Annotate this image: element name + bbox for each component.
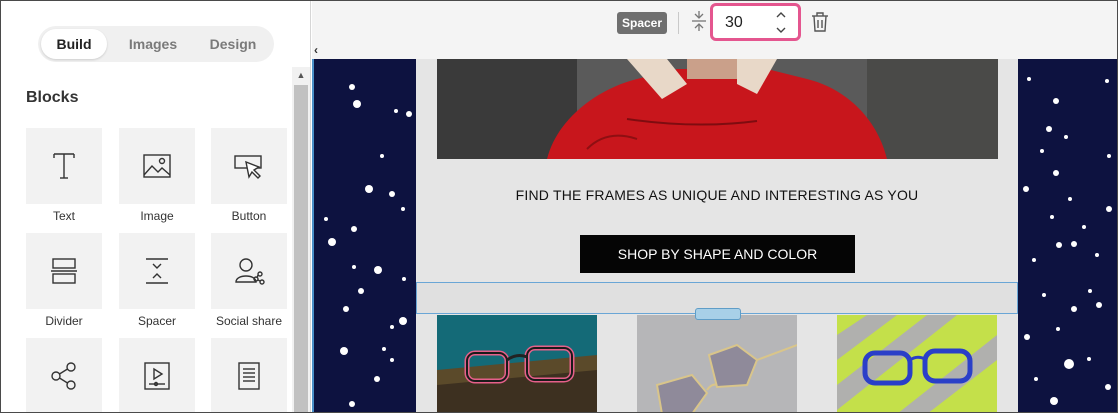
trash-icon[interactable] [810, 11, 830, 33]
document-icon [238, 362, 260, 390]
block-label: Spacer [137, 314, 177, 328]
block-button[interactable]: Button [211, 128, 287, 223]
social-share-icon [235, 258, 265, 285]
share-icon [51, 362, 76, 390]
tab-images[interactable]: Images [118, 29, 188, 59]
product-photo-2[interactable] [637, 315, 797, 412]
image-icon [143, 154, 171, 178]
chevron-up-icon[interactable] [773, 8, 789, 22]
text-icon [53, 153, 75, 179]
video-icon [144, 362, 170, 390]
glasses-photo [837, 315, 997, 412]
block-label: Text [52, 209, 75, 223]
scroll-up-arrow-icon[interactable]: ▲ [292, 67, 310, 83]
tab-design[interactable]: Design [198, 29, 268, 59]
spacer-height-value: 30 [725, 14, 743, 31]
chevron-down-icon[interactable] [773, 23, 789, 37]
block-label: Social share [215, 314, 283, 328]
block-spacer[interactable]: Spacer [119, 233, 195, 328]
tab-build[interactable]: Build [41, 29, 107, 59]
panel-tabs: Build Images Design [38, 26, 274, 62]
glasses-photo [637, 315, 797, 412]
spacer-resize-handle[interactable] [695, 308, 741, 320]
block-image[interactable]: Image [119, 128, 195, 223]
product-photo-1[interactable] [437, 315, 597, 412]
email-canvas: FIND THE FRAMES AS UNIQUE AND INTERESTIN… [312, 59, 1117, 412]
block-label: Button [231, 209, 267, 223]
block-toolbar: Spacer 30 ‹ [312, 1, 1117, 59]
block-document[interactable] [211, 338, 287, 412]
block-text[interactable]: Text [26, 128, 102, 223]
block-social-share[interactable]: Social share [211, 233, 287, 328]
block-share[interactable] [26, 338, 102, 412]
block-type-badge: Spacer [617, 12, 668, 34]
hero-image[interactable] [437, 59, 998, 159]
panel-scrollbar[interactable]: ▲ [292, 67, 310, 412]
hero-photo [437, 59, 998, 159]
blocks-heading: Blocks [26, 89, 79, 106]
divider-icon [51, 258, 77, 284]
email-body: FIND THE FRAMES AS UNIQUE AND INTERESTIN… [416, 59, 1018, 412]
shop-button[interactable]: SHOP BY SHAPE AND COLOR [580, 235, 855, 273]
blocks-panel: Build Images Design Blocks Text Image Bu… [1, 1, 311, 412]
spacer-height-input[interactable]: 30 [710, 3, 801, 41]
block-video[interactable] [119, 338, 195, 412]
block-divider[interactable]: Divider [26, 233, 102, 328]
glasses-photo [437, 315, 597, 412]
scroll-thumb[interactable] [294, 85, 308, 412]
app-window: Build Images Design Blocks Text Image Bu… [0, 0, 1118, 413]
collapse-panel-icon[interactable]: ‹ [314, 43, 318, 57]
product-photo-3[interactable] [837, 315, 997, 412]
block-label: Image [140, 209, 174, 223]
height-icon [692, 11, 706, 31]
headline-text[interactable]: FIND THE FRAMES AS UNIQUE AND INTERESTIN… [416, 187, 1018, 203]
block-label: Divider [45, 314, 83, 328]
button-icon [234, 155, 262, 179]
spacer-icon [146, 258, 168, 284]
toolbar-divider [678, 12, 679, 34]
